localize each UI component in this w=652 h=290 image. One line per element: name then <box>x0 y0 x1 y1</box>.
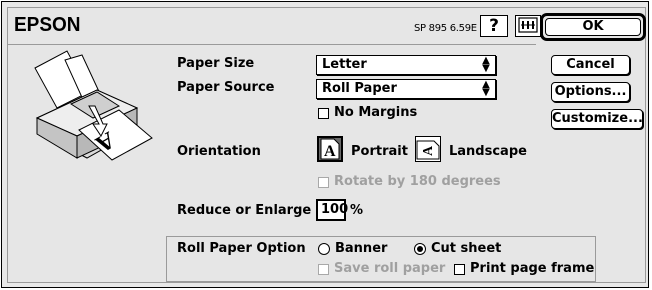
page-setup-dialog: EPSON SP 895 6.59E ? OK Cancel Options..… <box>1 1 649 288</box>
paper-size-label: Paper Size <box>177 56 255 71</box>
svg-text:A: A <box>324 143 336 160</box>
customize-button[interactable]: Customize... <box>551 109 643 129</box>
paper-size-select[interactable]: Letter ▲ ▼ <box>316 55 496 75</box>
orientation-label: Orientation <box>177 144 261 159</box>
paper-size-value: Letter <box>322 57 367 72</box>
paper-source-select[interactable]: Roll Paper ▲ ▼ <box>316 79 496 99</box>
utility-button[interactable] <box>515 15 541 37</box>
version-label: SP 895 6.59E <box>414 23 477 34</box>
landscape-label[interactable]: Landscape <box>449 144 527 159</box>
landscape-icon[interactable]: A <box>415 136 441 162</box>
utility-icon <box>518 17 538 33</box>
popup-arrows-icon: ▲ ▼ <box>482 79 490 98</box>
cut-sheet-radio[interactable] <box>414 243 426 255</box>
banner-radio[interactable] <box>318 243 330 255</box>
cut-sheet-label[interactable]: Cut sheet <box>431 241 501 256</box>
ok-button[interactable]: OK <box>540 13 646 41</box>
reduce-enlarge-label: Reduce or Enlarge <box>177 203 312 218</box>
portrait-label[interactable]: Portrait <box>351 144 408 159</box>
help-icon: ? <box>489 16 499 36</box>
help-button[interactable]: ? <box>480 15 508 37</box>
rotate-180-checkbox[interactable] <box>318 177 329 188</box>
print-page-frame-checkbox[interactable] <box>454 264 465 275</box>
paper-source-label: Paper Source <box>177 80 275 95</box>
no-margins-label: No Margins <box>334 105 418 120</box>
header-divider <box>7 44 536 45</box>
reduce-enlarge-input[interactable]: 100 <box>316 199 348 221</box>
portrait-icon[interactable]: A <box>317 136 343 162</box>
ok-button-label: OK <box>545 18 641 36</box>
save-roll-paper-checkbox[interactable] <box>318 264 329 275</box>
no-margins-checkbox[interactable] <box>318 108 329 119</box>
banner-label[interactable]: Banner <box>335 241 387 256</box>
cancel-button[interactable]: Cancel <box>551 55 630 75</box>
printer-illustration-icon: A <box>34 50 153 161</box>
save-roll-paper-label: Save roll paper <box>334 261 446 276</box>
paper-source-value: Roll Paper <box>322 81 397 96</box>
print-page-frame-label: Print page frame <box>470 261 595 276</box>
options-button[interactable]: Options... <box>551 82 630 102</box>
rotate-180-label: Rotate by 180 degrees <box>334 174 501 189</box>
roll-paper-option-label: Roll Paper Option <box>177 241 306 256</box>
percent-unit: % <box>350 203 364 218</box>
brand-logo: EPSON <box>14 14 81 36</box>
popup-arrows-icon: ▲ ▼ <box>482 55 490 74</box>
svg-text:A: A <box>421 145 436 156</box>
